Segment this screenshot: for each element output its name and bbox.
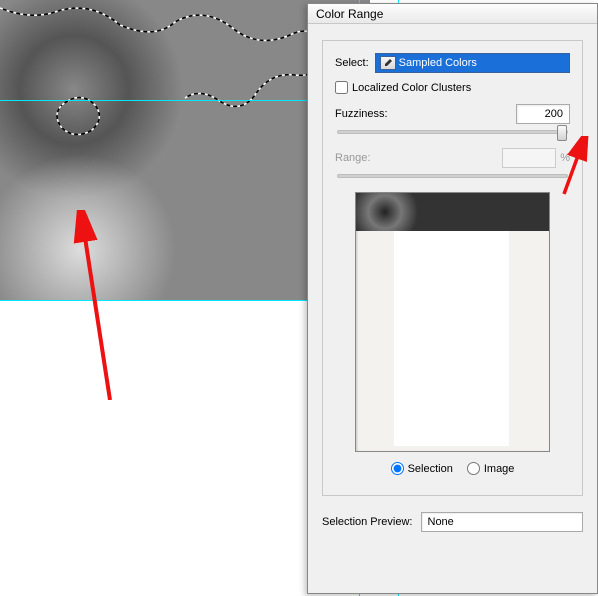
preview-clouds-strip bbox=[356, 193, 549, 231]
dialog-title[interactable]: Color Range bbox=[308, 4, 597, 24]
fuzziness-label: Fuzziness: bbox=[335, 108, 388, 120]
preview-mode-image-radio[interactable] bbox=[467, 462, 480, 475]
preview-mode-selection[interactable]: Selection bbox=[391, 462, 453, 475]
select-value: Sampled Colors bbox=[399, 57, 477, 69]
color-range-options-group: Select: Sampled Colors Localized Color C… bbox=[322, 40, 583, 496]
fuzziness-slider-thumb[interactable] bbox=[557, 125, 567, 141]
preview-mode-selection-label: Selection bbox=[408, 463, 453, 475]
selection-preview-dropdown[interactable]: None bbox=[421, 512, 584, 532]
selection-preview-value: None bbox=[428, 516, 454, 528]
localized-clusters-checkbox[interactable] bbox=[335, 81, 348, 94]
selection-preview-label: Selection Preview: bbox=[322, 516, 413, 528]
selection-preview-thumbnail[interactable] bbox=[355, 192, 550, 452]
range-slider bbox=[337, 174, 568, 178]
select-label: Select: bbox=[335, 57, 369, 69]
preview-selection-mask bbox=[394, 231, 509, 446]
range-unit: % bbox=[560, 152, 570, 164]
eyedropper-icon bbox=[380, 56, 396, 70]
preview-mode-image[interactable]: Image bbox=[467, 462, 515, 475]
select-dropdown[interactable]: Sampled Colors bbox=[375, 53, 570, 73]
fuzziness-slider[interactable] bbox=[337, 130, 568, 134]
color-range-dialog: Color Range Select: Sampled Colors Local… bbox=[307, 3, 598, 594]
fuzziness-input[interactable] bbox=[516, 104, 570, 124]
range-label: Range: bbox=[335, 152, 370, 164]
preview-mode-selection-radio[interactable] bbox=[391, 462, 404, 475]
guide-horizontal[interactable] bbox=[0, 300, 360, 301]
preview-mode-image-label: Image bbox=[484, 463, 515, 475]
localized-clusters-label[interactable]: Localized Color Clusters bbox=[352, 82, 471, 94]
range-input bbox=[502, 148, 556, 168]
